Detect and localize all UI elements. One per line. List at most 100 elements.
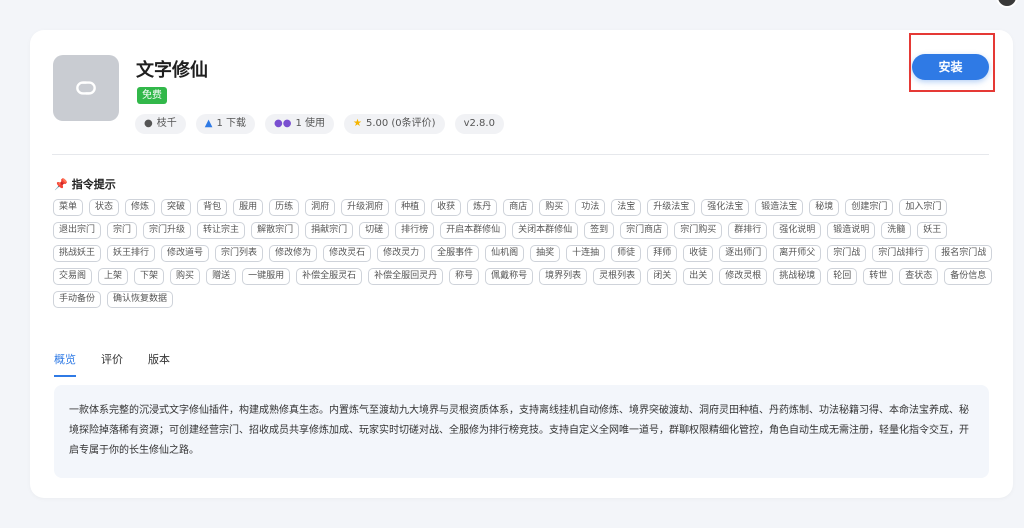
command-tag[interactable]: 妖王 xyxy=(917,222,948,239)
free-badge: 免费 xyxy=(137,87,167,104)
command-tag[interactable]: 交易阁 xyxy=(53,268,93,285)
command-tag[interactable]: 强化法宝 xyxy=(701,199,750,216)
tab-reviews[interactable]: 评价 xyxy=(101,351,123,377)
command-tag[interactable]: 修改修为 xyxy=(269,245,318,262)
command-tag[interactable]: 关闭本群修仙 xyxy=(512,222,579,239)
command-tag[interactable]: 宗门战 xyxy=(827,245,867,262)
command-tag[interactable]: 开启本群修仙 xyxy=(440,222,507,239)
plugin-icon xyxy=(53,55,119,121)
command-tag[interactable]: 全服事件 xyxy=(431,245,480,262)
command-tag[interactable]: 确认恢复数据 xyxy=(107,291,174,308)
command-tag[interactable]: 称号 xyxy=(449,268,480,285)
command-tag[interactable]: 手动备份 xyxy=(53,291,102,308)
command-tag[interactable]: 抽奖 xyxy=(530,245,561,262)
command-tag[interactable]: 升级洞府 xyxy=(341,199,390,216)
command-tag[interactable]: 挑战秘境 xyxy=(773,268,822,285)
command-tag[interactable]: 历练 xyxy=(269,199,300,216)
command-tag[interactable]: 商店 xyxy=(503,199,534,216)
command-tag[interactable]: 功法 xyxy=(575,199,606,216)
command-tag[interactable]: 出关 xyxy=(683,268,714,285)
command-tag[interactable]: 转让宗主 xyxy=(197,222,246,239)
command-tag[interactable]: 轮回 xyxy=(827,268,858,285)
install-button[interactable]: 安装 xyxy=(912,54,989,80)
plugin-title: 文字修仙 xyxy=(136,60,208,81)
downloads-chip: ▲ 1 下载 xyxy=(195,114,255,134)
command-tag[interactable]: 佩戴称号 xyxy=(485,268,534,285)
user-icon: ● xyxy=(144,118,153,129)
tab-versions[interactable]: 版本 xyxy=(148,351,170,377)
command-tag[interactable]: 一键服用 xyxy=(242,268,291,285)
command-tag[interactable]: 加入宗门 xyxy=(899,199,948,216)
command-tag[interactable]: 锻造说明 xyxy=(827,222,876,239)
command-tag[interactable]: 离开师父 xyxy=(773,245,822,262)
command-tag[interactable]: 切磋 xyxy=(359,222,390,239)
command-tag[interactable]: 群排行 xyxy=(728,222,768,239)
command-tag[interactable]: 拜师 xyxy=(647,245,678,262)
rating-chip: ★ 5.00 (0条评价) xyxy=(343,114,445,134)
tab-overview[interactable]: 概览 xyxy=(54,351,76,377)
command-tag[interactable]: 查状态 xyxy=(899,268,939,285)
command-tag[interactable]: 洞府 xyxy=(305,199,336,216)
command-tag[interactable]: 宗门购买 xyxy=(674,222,723,239)
command-tag[interactable]: 逐出师门 xyxy=(719,245,768,262)
star-icon: ★ xyxy=(352,118,362,129)
user-avatar[interactable] xyxy=(996,0,1018,8)
command-tag[interactable]: 法宝 xyxy=(611,199,642,216)
command-tag[interactable]: 收获 xyxy=(431,199,462,216)
command-tag[interactable]: 转世 xyxy=(863,268,894,285)
command-tag[interactable]: 升级法宝 xyxy=(647,199,696,216)
command-tag[interactable]: 锻造法宝 xyxy=(755,199,804,216)
usage-chip: ●● 1 使用 xyxy=(264,114,334,134)
command-tag[interactable]: 炼丹 xyxy=(467,199,498,216)
command-tag[interactable]: 种植 xyxy=(395,199,426,216)
command-tag[interactable]: 签到 xyxy=(584,222,615,239)
command-tag[interactable]: 下架 xyxy=(134,268,165,285)
tab-bar: 概览 评价 版本 xyxy=(54,351,170,377)
command-tag[interactable]: 修炼 xyxy=(125,199,156,216)
version-chip: v2.8.0 xyxy=(454,114,504,134)
command-tag[interactable]: 宗门升级 xyxy=(143,222,192,239)
command-tag[interactable]: 境界列表 xyxy=(539,268,588,285)
command-tag[interactable]: 解散宗门 xyxy=(251,222,300,239)
command-tag[interactable]: 宗门战排行 xyxy=(872,245,930,262)
command-tag[interactable]: 状态 xyxy=(89,199,120,216)
command-tag[interactable]: 备份信息 xyxy=(944,268,993,285)
command-tag[interactable]: 妖王排行 xyxy=(107,245,156,262)
command-tag[interactable]: 创建宗门 xyxy=(845,199,894,216)
command-tag[interactable]: 突破 xyxy=(161,199,192,216)
command-tag[interactable]: 退出宗门 xyxy=(53,222,102,239)
description-text: 一款体系完整的沉浸式文字修仙插件，构建成熟修真生态。内置炼气至渡劫九大境界与灵根… xyxy=(54,385,989,478)
command-tag[interactable]: 宗门商店 xyxy=(620,222,669,239)
command-tag[interactable]: 闭关 xyxy=(647,268,678,285)
command-tag[interactable]: 收徒 xyxy=(683,245,714,262)
command-tag[interactable]: 宗门 xyxy=(107,222,138,239)
command-tag[interactable]: 补偿全服灵石 xyxy=(296,268,363,285)
command-tag[interactable]: 赠送 xyxy=(206,268,237,285)
command-tag[interactable]: 补偿全服回灵丹 xyxy=(368,268,444,285)
command-tag[interactable]: 排行榜 xyxy=(395,222,435,239)
command-tag[interactable]: 购买 xyxy=(539,199,570,216)
command-tag[interactable]: 挑战妖王 xyxy=(53,245,102,262)
command-tag[interactable]: 洗髓 xyxy=(881,222,912,239)
command-tag[interactable]: 菜单 xyxy=(53,199,84,216)
command-tag[interactable]: 宗门列表 xyxy=(215,245,264,262)
command-tag[interactable]: 十连抽 xyxy=(566,245,606,262)
command-tag[interactable]: 修改灵石 xyxy=(323,245,372,262)
command-tag[interactable]: 灵根列表 xyxy=(593,268,642,285)
author-chip: ● 枝千 xyxy=(135,114,186,134)
command-tag[interactable]: 师徒 xyxy=(611,245,642,262)
command-tag[interactable]: 捐献宗门 xyxy=(305,222,354,239)
command-list: 菜单 状态 修炼 突破 背包 服用 历练 洞府 升级洞府 种植 收获 炼丹 商店 购买 功法 法宝 升级法宝 强化… xyxy=(53,199,993,308)
command-tag[interactable]: 秘境 xyxy=(809,199,840,216)
command-tag[interactable]: 背包 xyxy=(197,199,228,216)
command-tag[interactable]: 上架 xyxy=(98,268,129,285)
command-tag[interactable]: 购买 xyxy=(170,268,201,285)
command-tag[interactable]: 修改灵根 xyxy=(719,268,768,285)
command-tag[interactable]: 仙机阁 xyxy=(485,245,525,262)
command-tag[interactable]: 报名宗门战 xyxy=(935,245,993,262)
download-icon: ▲ xyxy=(204,118,213,129)
command-tag[interactable]: 修改灵力 xyxy=(377,245,426,262)
command-tag[interactable]: 修改道号 xyxy=(161,245,210,262)
command-tag[interactable]: 强化说明 xyxy=(773,222,822,239)
command-tag[interactable]: 服用 xyxy=(233,199,264,216)
